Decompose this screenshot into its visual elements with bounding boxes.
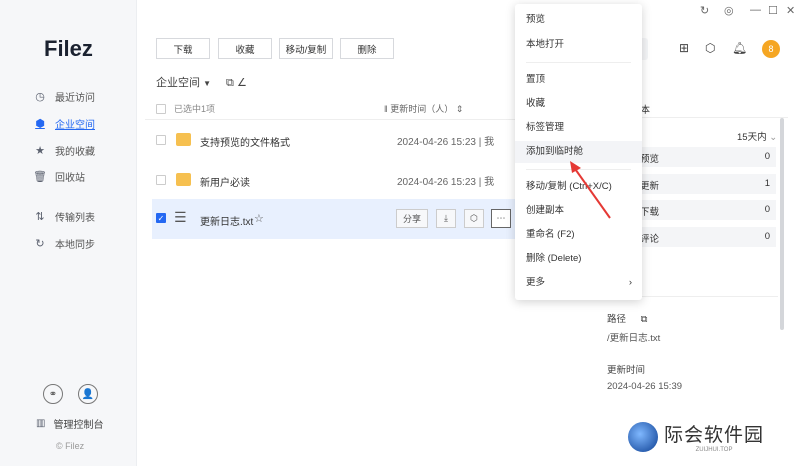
annotation-arrow xyxy=(570,161,611,219)
